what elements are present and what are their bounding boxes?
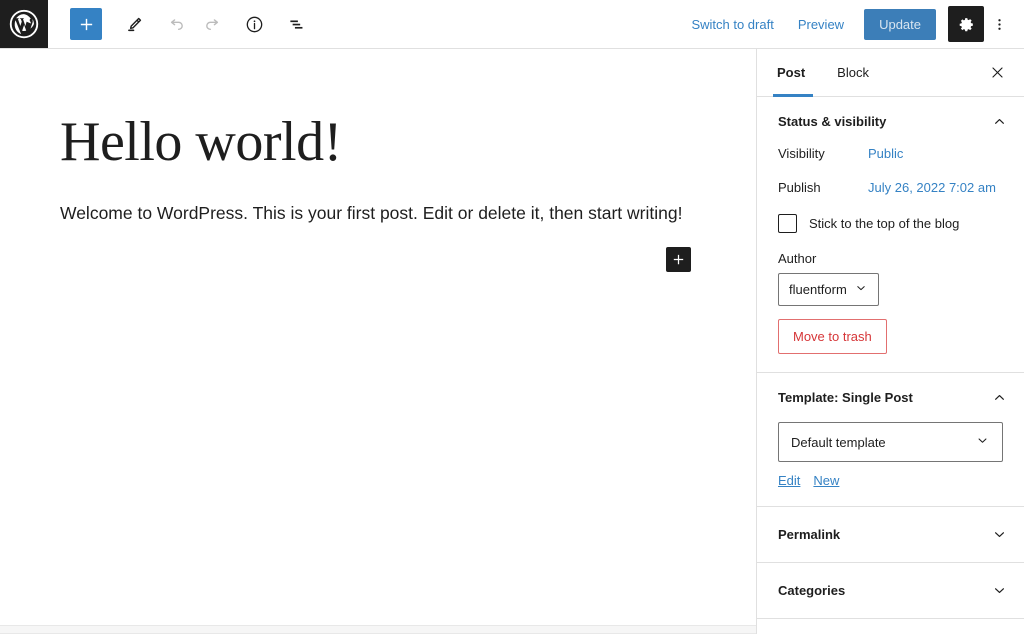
settings-gear-button[interactable] xyxy=(948,6,984,42)
list-view-icon[interactable] xyxy=(278,6,314,42)
panel-permalink-header[interactable]: Permalink xyxy=(757,507,1024,562)
sticky-post-label[interactable]: Stick to the top of the blog xyxy=(809,216,959,231)
template-new-link[interactable]: New xyxy=(813,473,839,488)
visibility-label: Visibility xyxy=(778,146,825,161)
undo-arrow-icon[interactable] xyxy=(158,6,194,42)
update-button[interactable]: Update xyxy=(864,8,936,40)
template-select-value: Default template xyxy=(791,434,886,450)
template-links: Edit New xyxy=(778,473,1003,488)
tools-pencil-icon[interactable] xyxy=(116,6,152,42)
tab-post[interactable]: Post xyxy=(757,49,821,97)
panel-tags[interactable]: Tags xyxy=(757,619,1024,634)
publish-row: Publish July 26, 2022 7:02 am xyxy=(778,180,1003,195)
more-options-kebab-icon[interactable] xyxy=(984,6,1014,42)
toolbar-left-group xyxy=(48,6,314,42)
visibility-value-button[interactable]: Public xyxy=(868,146,903,161)
toolbar-right-group: Switch to draft Preview Update xyxy=(679,6,1024,42)
chevron-down-icon xyxy=(854,281,868,298)
info-circle-icon[interactable] xyxy=(236,6,272,42)
publish-date-button[interactable]: July 26, 2022 7:02 am xyxy=(868,180,996,195)
template-select[interactable]: Default template xyxy=(778,422,1003,462)
add-block-button[interactable] xyxy=(666,247,691,272)
editor-body: Hello world! Welcome to WordPress. This … xyxy=(0,49,1024,634)
canvas-bottom-strip xyxy=(0,625,756,633)
move-to-trash-button[interactable]: Move to trash xyxy=(778,319,887,354)
post-paragraph-block[interactable]: Welcome to WordPress. This is your first… xyxy=(60,199,682,227)
sticky-post-checkbox[interactable] xyxy=(778,214,797,233)
switch-to-draft-button[interactable]: Switch to draft xyxy=(679,11,785,38)
panel-categories-header[interactable]: Categories xyxy=(757,563,1024,618)
author-select-value: fluentform xyxy=(789,282,847,297)
chevron-up-icon xyxy=(991,113,1008,130)
panel-template-title: Template: Single Post xyxy=(778,390,913,405)
author-label: Author xyxy=(778,251,817,266)
tab-block[interactable]: Block xyxy=(821,49,885,96)
panel-status-visibility: Status & visibility Visibility Public Pu… xyxy=(757,97,1024,373)
block-inserter-button[interactable] xyxy=(70,8,102,40)
panel-status-visibility-header[interactable]: Status & visibility xyxy=(757,97,1024,146)
preview-button[interactable]: Preview xyxy=(786,11,856,38)
panel-tags-title: Tags xyxy=(757,619,1024,634)
panel-categories: Categories xyxy=(757,563,1024,619)
panel-permalink: Permalink xyxy=(757,507,1024,563)
chevron-down-icon xyxy=(975,433,990,451)
panel-categories-title: Categories xyxy=(778,583,846,598)
sticky-post-row: Stick to the top of the blog xyxy=(778,214,1003,233)
panel-template-header[interactable]: Template: Single Post xyxy=(757,373,1024,422)
post-settings-sidebar: Post Block Status & visibility Visibilit… xyxy=(756,49,1024,634)
redo-arrow-icon[interactable] xyxy=(194,6,230,42)
panel-permalink-title: Permalink xyxy=(778,527,841,542)
editor-toolbar: Switch to draft Preview Update xyxy=(0,0,1024,49)
post-title[interactable]: Hello world! xyxy=(60,111,342,174)
editor-canvas[interactable]: Hello world! Welcome to WordPress. This … xyxy=(0,49,756,634)
chevron-down-icon xyxy=(991,526,1008,543)
sidebar-tabs: Post Block xyxy=(757,49,1024,97)
publish-label: Publish xyxy=(778,180,821,195)
wordpress-logo-icon[interactable] xyxy=(0,0,48,48)
close-sidebar-icon[interactable] xyxy=(979,55,1015,91)
panel-status-visibility-title: Status & visibility xyxy=(778,114,887,129)
author-select[interactable]: fluentform xyxy=(778,273,879,306)
template-edit-link[interactable]: Edit xyxy=(778,473,800,488)
chevron-up-icon xyxy=(991,389,1008,406)
panel-status-visibility-body: Visibility Public Publish July 26, 2022 … xyxy=(757,146,1024,372)
panel-template: Template: Single Post Default template E… xyxy=(757,373,1024,507)
wordpress-block-editor: Switch to draft Preview Update Hello wor… xyxy=(0,0,1024,634)
visibility-row: Visibility Public xyxy=(778,146,1003,161)
panel-template-body: Default template Edit New xyxy=(757,422,1024,506)
chevron-down-icon xyxy=(991,582,1008,599)
sidebar-scroll-area[interactable]: Status & visibility Visibility Public Pu… xyxy=(757,97,1024,634)
